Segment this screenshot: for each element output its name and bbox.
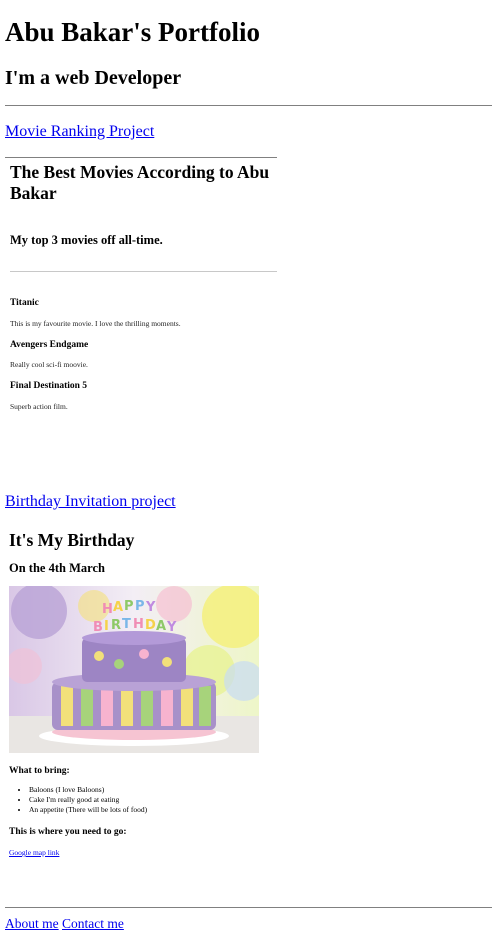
movie-page-subtitle: My top 3 movies off all-time.: [10, 233, 163, 247]
svg-text:A: A: [113, 600, 123, 615]
svg-text:P: P: [124, 599, 134, 614]
birthday-title: It's My Birthday: [9, 530, 135, 550]
movie-page-title: The Best Movies According to Abu Bakar: [10, 162, 270, 203]
svg-text:T: T: [122, 617, 131, 632]
google-map-link[interactable]: Google map link: [9, 848, 59, 858]
list-item: Baloons (I love Baloons): [29, 785, 147, 795]
contact-me-link[interactable]: Contact me: [62, 916, 124, 931]
divider-top: [5, 105, 492, 106]
what-to-bring-heading: What to bring:: [9, 766, 70, 776]
movie-divider: [10, 271, 277, 272]
birthday-date: On the 4th March: [9, 561, 105, 575]
movie-desc-1: This is my favourite movie. I love the t…: [10, 319, 181, 328]
birthday-project-link[interactable]: Birthday Invitation project: [5, 492, 176, 512]
list-item: An appetite (There will be lots of food): [29, 805, 147, 815]
footer-links: About me Contact me: [5, 915, 124, 932]
divider-bottom: [5, 907, 492, 908]
movie-project-link[interactable]: Movie Ranking Project: [5, 122, 154, 142]
svg-text:I: I: [104, 619, 109, 634]
movie-desc-3: Superb action film.: [10, 402, 68, 411]
movie-title-1: Titanic: [10, 298, 39, 308]
svg-text:B: B: [93, 620, 103, 635]
list-item: Cake I'm really good at eating: [29, 795, 147, 805]
bring-list: Baloons (I love Baloons) Cake I'm really…: [9, 785, 147, 815]
svg-text:H: H: [102, 602, 113, 617]
movie-desc-2: Really cool sci-fi moovie.: [10, 360, 88, 369]
svg-text:H: H: [133, 617, 144, 632]
movie-title-2: Avengers Endgame: [10, 340, 89, 350]
birthday-cake-image: H A P P Y B I R T H D A Y: [9, 586, 259, 753]
location-heading: This is where you need to go:: [9, 827, 127, 837]
svg-text:D: D: [145, 618, 156, 633]
svg-text:R: R: [111, 618, 121, 633]
svg-text:A: A: [156, 619, 166, 634]
svg-text:Y: Y: [166, 620, 177, 635]
frame-border: [5, 157, 277, 158]
svg-text:P: P: [135, 599, 145, 614]
about-me-link[interactable]: About me: [5, 916, 59, 931]
svg-text:Y: Y: [145, 600, 156, 615]
page-title: Abu Bakar's Portfolio: [5, 17, 261, 47]
movie-title-3: Final Destination 5: [10, 381, 88, 391]
page-subtitle: I'm a web Developer: [5, 67, 182, 89]
